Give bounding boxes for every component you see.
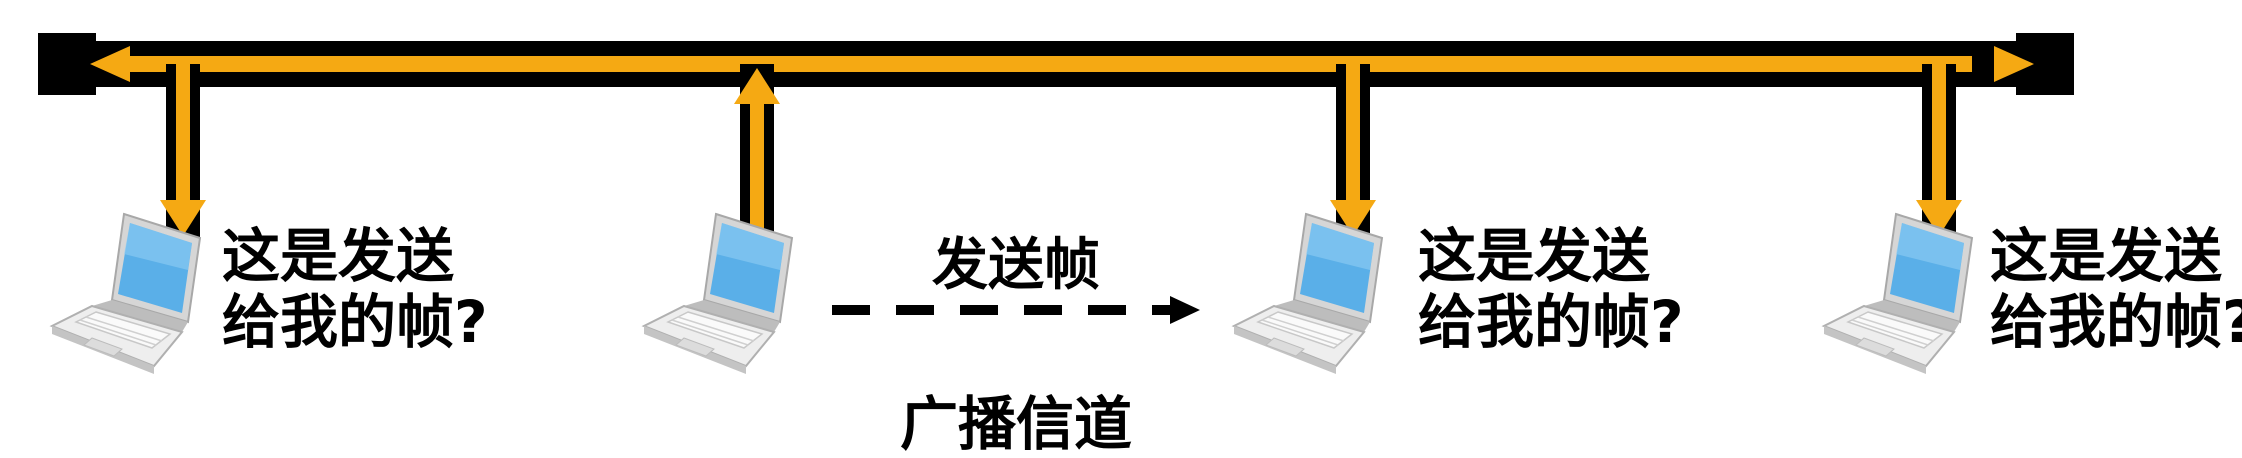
broadcast-channel-diagram: 这是发送 给我的帧? 这是发送 给我的帧? 这是发送 给我的帧? 发送帧 广播信… <box>38 33 2242 458</box>
laptop-icon-station-1 <box>51 213 201 375</box>
dashed-frame-arrow <box>832 296 1200 324</box>
drop-line-station-3 <box>1330 64 1376 238</box>
station-1-question-line1: 这是发送 <box>222 222 454 290</box>
drop-line-station-1 <box>160 64 206 238</box>
station-1-question-line2: 给我的帧? <box>222 288 488 356</box>
laptop-icon-station-3 <box>1233 213 1383 375</box>
drop-line-station-2 <box>734 64 780 240</box>
station-4-question-line1: 这是发送 <box>1990 222 2222 290</box>
broadcast-bus <box>38 33 2074 95</box>
laptop-icon-station-2 <box>643 213 793 375</box>
station-3-question-line1: 这是发送 <box>1418 222 1650 290</box>
frame-label: 发送帧 <box>932 233 1100 298</box>
station-3-question-line2: 给我的帧? <box>1418 288 1684 356</box>
channel-label: 广播信道 <box>900 390 1132 458</box>
station-4-question-line2: 给我的帧? <box>1990 288 2242 356</box>
drop-line-station-4 <box>1916 64 1962 238</box>
bus-left-terminator <box>38 33 96 95</box>
laptop-icon-station-4 <box>1823 213 1973 375</box>
arrow-right-icon <box>1170 296 1200 324</box>
